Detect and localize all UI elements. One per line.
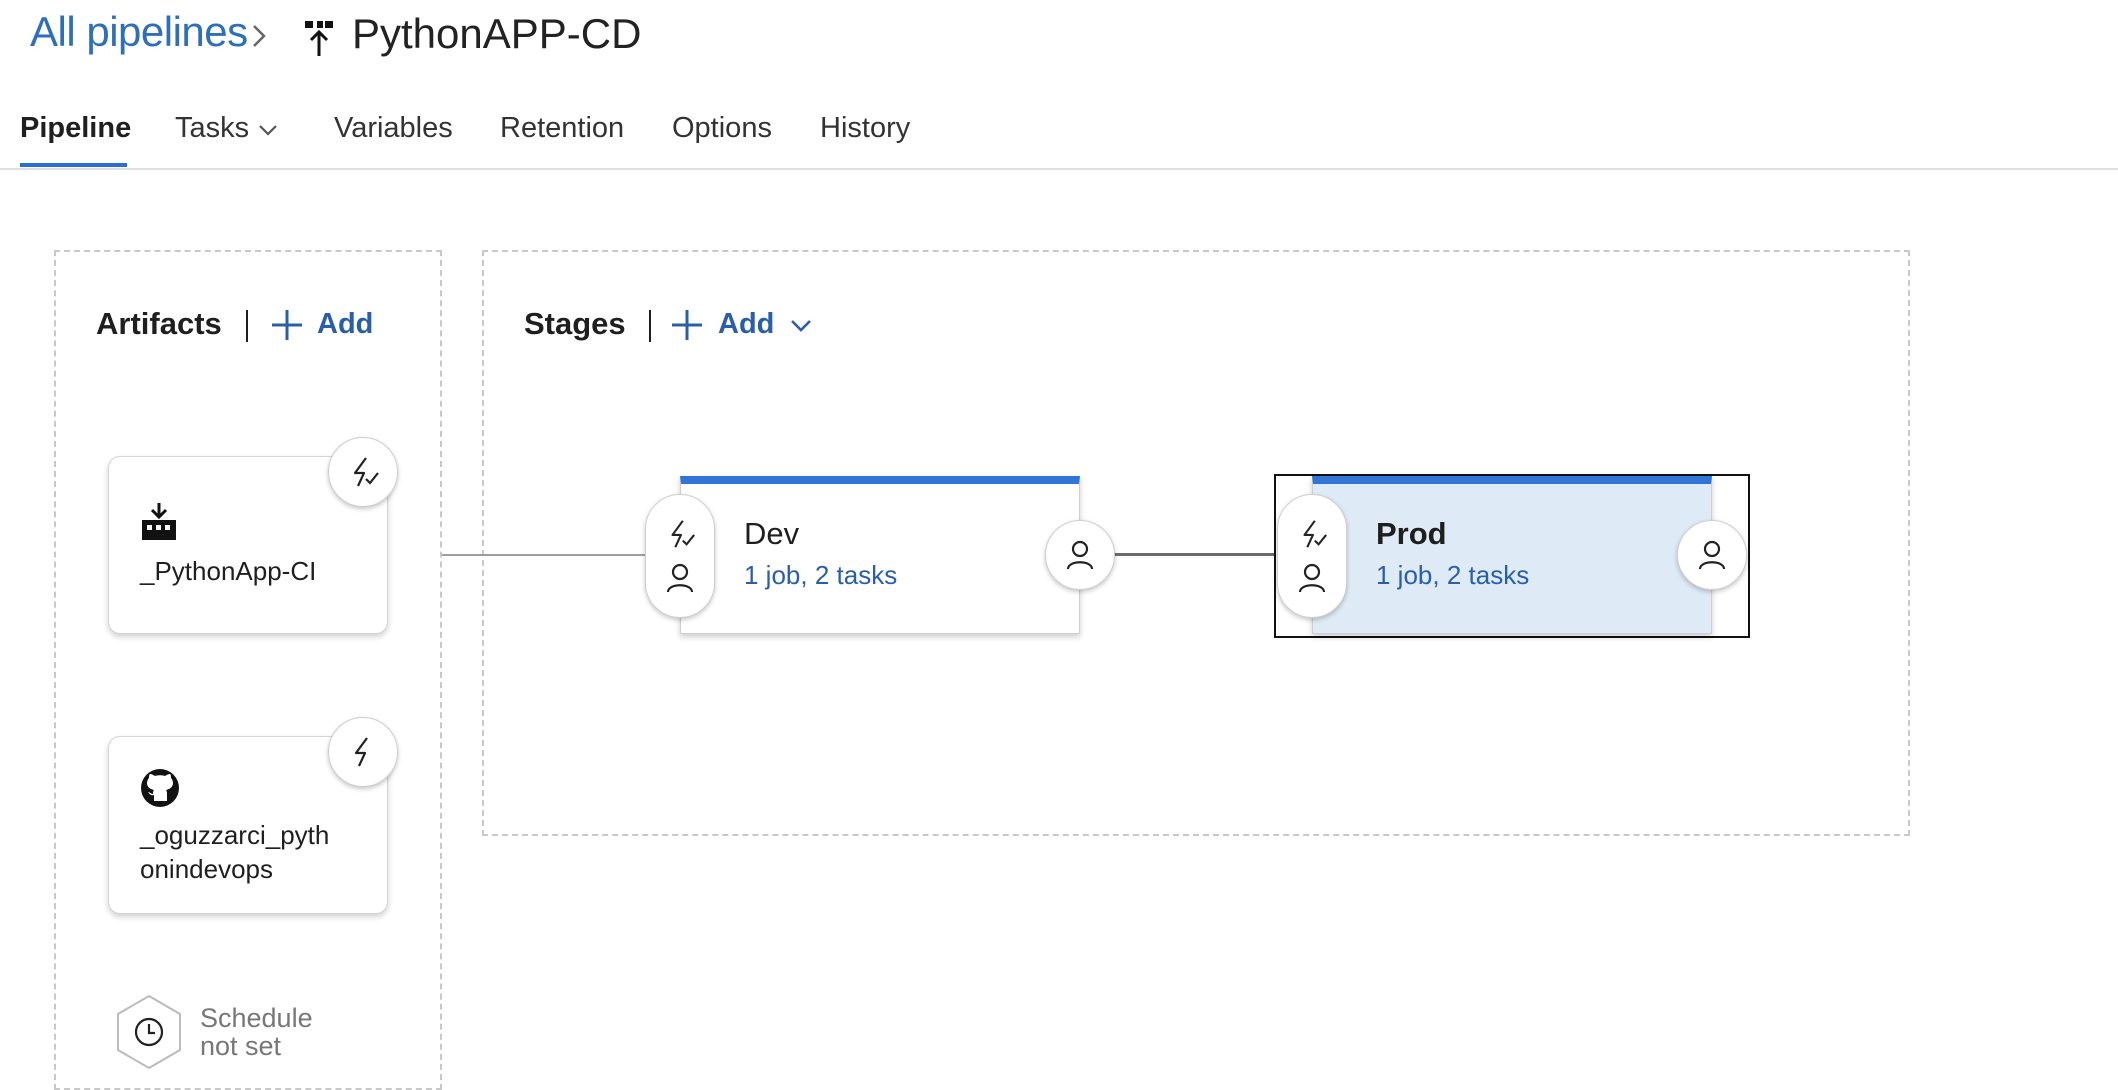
stage-name: Prod — [1376, 516, 1447, 551]
schedule-clock-icon[interactable] — [114, 994, 184, 1070]
add-artifact-button[interactable]: Add — [317, 308, 373, 341]
breadcrumb-all-pipelines[interactable]: All pipelines — [30, 8, 248, 56]
stage-card-dev[interactable] — [680, 476, 1080, 634]
lightning-check-icon — [1303, 520, 1327, 548]
add-stage-button[interactable]: Add — [718, 308, 774, 341]
schedule-line2: not set — [200, 1031, 282, 1061]
user-icon — [1066, 540, 1094, 570]
lightning-check-icon — [353, 457, 379, 487]
tab-tasks[interactable]: Tasks — [175, 112, 249, 145]
divider-bar — [649, 310, 651, 342]
chevron-down-icon[interactable] — [257, 123, 279, 137]
chevron-down-icon[interactable] — [789, 318, 813, 334]
user-icon — [1698, 540, 1726, 570]
post-deployment-conditions-button[interactable] — [1045, 520, 1115, 590]
artifacts-panel — [54, 250, 442, 1090]
plus-icon[interactable] — [670, 308, 704, 342]
lightning-icon — [354, 737, 368, 767]
artifact-name-line2: onindevops — [140, 854, 273, 884]
divider-bar — [246, 310, 248, 342]
user-icon — [666, 563, 694, 593]
tab-history[interactable]: History — [820, 112, 910, 145]
user-icon — [1298, 563, 1326, 593]
stage-name: Dev — [744, 516, 800, 551]
pre-deployment-conditions-button[interactable] — [1277, 494, 1347, 618]
tab-variables[interactable]: Variables — [334, 112, 453, 145]
stage-card-prod[interactable] — [1312, 476, 1712, 634]
artifact-name-line1: _oguzzarci_pyth — [140, 820, 330, 850]
pre-deployment-conditions-button[interactable] — [645, 494, 715, 618]
page-title: PythonAPP-CD — [352, 10, 642, 57]
tabs-divider — [0, 168, 2118, 170]
stage-summary-link[interactable]: 1 job, 2 tasks — [744, 560, 897, 591]
schedule-line1: Schedule — [200, 1003, 313, 1033]
continuous-deployment-trigger-button[interactable] — [328, 437, 398, 507]
stages-title: Stages — [524, 306, 626, 341]
build-artifact-icon — [142, 503, 176, 540]
stage-summary-link[interactable]: 1 job, 2 tasks — [1376, 560, 1529, 591]
continuous-deployment-trigger-button[interactable] — [328, 717, 398, 787]
artifact-to-dev-connector — [442, 554, 646, 556]
artifact-name: _PythonApp-CI — [140, 556, 317, 586]
github-icon — [141, 769, 179, 807]
dev-to-prod-connector — [1112, 553, 1276, 556]
active-tab-indicator — [20, 163, 127, 167]
lightning-check-icon — [671, 520, 695, 548]
schedule-status[interactable]: Schedule not set — [200, 1004, 313, 1060]
tab-pipeline[interactable]: Pipeline — [20, 112, 131, 145]
tab-retention[interactable]: Retention — [500, 112, 624, 145]
plus-icon[interactable] — [270, 308, 304, 342]
artifact-name: _oguzzarci_pyth onindevops — [140, 818, 329, 886]
tab-options[interactable]: Options — [672, 112, 772, 145]
post-deployment-conditions-button[interactable] — [1677, 520, 1747, 590]
release-pipeline-icon — [305, 21, 333, 56]
chevron-right-icon — [253, 25, 266, 47]
artifacts-title: Artifacts — [96, 306, 222, 341]
